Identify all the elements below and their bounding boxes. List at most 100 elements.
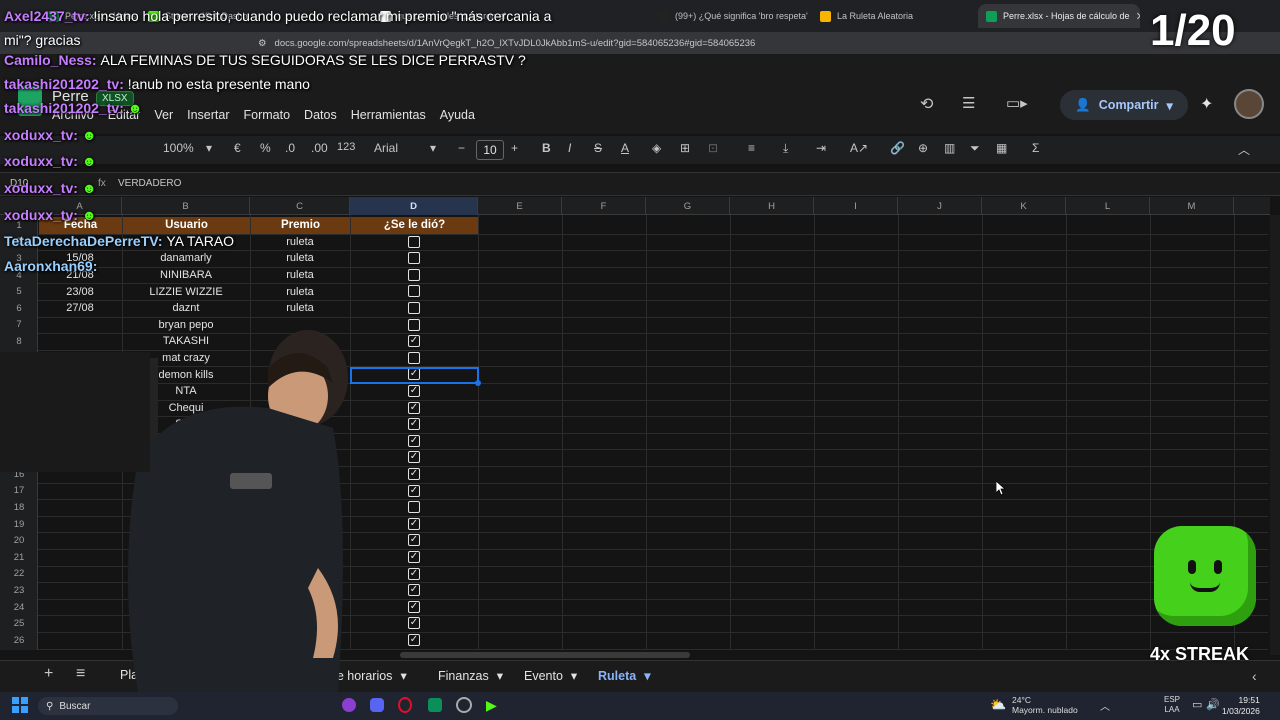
column-header-l[interactable]: L: [1066, 197, 1150, 215]
cell-usuario[interactable]: LIZZIE WIZZIE: [122, 283, 250, 300]
horizontal-scrollbar[interactable]: [400, 652, 690, 658]
cell-fecha[interactable]: [38, 516, 122, 533]
app-icon[interactable]: [456, 697, 472, 713]
browser-tab[interactable]: Perre.xlsx - Hojas de cálculo de ✕: [978, 4, 1140, 28]
column-header-b[interactable]: B: [122, 197, 250, 215]
cell-usuario[interactable]: daznt: [122, 300, 250, 317]
cell-fecha[interactable]: 23/08: [38, 283, 122, 300]
row-header[interactable]: 21: [0, 549, 38, 566]
browser-tab[interactable]: La Ruleta Aleatoria: [812, 4, 972, 28]
row-header[interactable]: 19: [0, 516, 38, 533]
cell-fecha[interactable]: [38, 333, 122, 350]
formula-input[interactable]: VERDADERO: [118, 178, 181, 189]
checkbox-unchecked[interactable]: [408, 501, 420, 514]
header-cell-done[interactable]: ¿Se le dió?: [351, 217, 478, 234]
selected-cell[interactable]: [350, 367, 479, 384]
column-header-h[interactable]: H: [730, 197, 814, 215]
zoom-select[interactable]: 100%: [163, 141, 194, 155]
row-header[interactable]: 24: [0, 599, 38, 616]
header-cell-premio[interactable]: Premio: [251, 217, 350, 234]
avatar[interactable]: [1234, 89, 1264, 119]
chevron-down-icon[interactable]: ▾: [644, 668, 650, 683]
taskbar-search[interactable]: ⚲ Buscar: [38, 697, 178, 715]
chevron-down-icon[interactable]: ▾: [571, 668, 577, 683]
row-header[interactable]: 18: [0, 499, 38, 516]
font-size-increase-button[interactable]: +: [511, 141, 518, 155]
menu-item-herramientas[interactable]: Herramientas: [351, 108, 426, 126]
windows-start-icon[interactable]: [12, 697, 28, 713]
checkbox-unchecked[interactable]: [408, 285, 420, 298]
decrease-decimals-button[interactable]: .0: [285, 141, 295, 155]
strikethrough-icon[interactable]: S: [594, 141, 602, 155]
font-size-decrease-button[interactable]: −: [458, 141, 465, 155]
font-size-input[interactable]: 10: [476, 140, 504, 160]
menu-item-formato[interactable]: Formato: [244, 108, 291, 126]
cell-fecha[interactable]: [38, 582, 122, 599]
row-header[interactable]: 8: [0, 333, 38, 350]
cell-fecha[interactable]: [38, 317, 122, 334]
text-color-icon[interactable]: A: [621, 141, 629, 155]
link-icon[interactable]: 🔗: [890, 141, 905, 155]
merge-cells-icon[interactable]: ⊡: [708, 141, 718, 155]
menu-item-ayuda[interactable]: Ayuda: [440, 108, 475, 126]
checkbox-checked[interactable]: ✓: [408, 634, 420, 646]
checkbox-checked[interactable]: ✓: [408, 468, 420, 480]
cell-premio[interactable]: ruleta: [250, 283, 350, 300]
cell-fecha[interactable]: [38, 566, 122, 583]
checkbox-checked[interactable]: ✓: [408, 551, 420, 563]
row-header[interactable]: 26: [0, 632, 38, 649]
checkbox-checked[interactable]: ✓: [408, 418, 420, 431]
number-format-button[interactable]: 123: [337, 141, 355, 153]
header-cell-usuario[interactable]: Usuario: [123, 217, 250, 234]
percent-button[interactable]: %: [260, 141, 271, 155]
checkbox-checked[interactable]: ✓: [408, 567, 420, 580]
checkbox-checked[interactable]: ✓: [408, 385, 420, 397]
column-header-k[interactable]: K: [982, 197, 1066, 215]
cell-premio[interactable]: ruleta: [250, 250, 350, 267]
fill-handle[interactable]: [475, 380, 481, 386]
cell-fecha[interactable]: 27/08: [38, 300, 122, 317]
sheet-tab[interactable]: Ruleta ▾: [598, 668, 650, 684]
chevron-down-icon[interactable]: ▾: [206, 141, 212, 155]
cell-fecha[interactable]: [38, 632, 122, 649]
cell-fecha[interactable]: [38, 599, 122, 616]
browser-tab[interactable]: (99+) ¿Qué significa 'bro respeta'? Un: [650, 4, 808, 28]
cell-fecha[interactable]: [38, 499, 122, 516]
app-icon[interactable]: [428, 698, 442, 712]
cell-fecha[interactable]: [38, 532, 122, 549]
checkbox-unchecked[interactable]: [408, 318, 420, 331]
checkbox-checked[interactable]: ✓: [408, 584, 420, 597]
checkbox-checked[interactable]: ✓: [408, 401, 420, 414]
all-sheets-icon[interactable]: ≡: [76, 665, 85, 683]
row-header[interactable]: 22: [0, 566, 38, 583]
cell-premio[interactable]: ruleta: [250, 300, 350, 317]
italic-icon[interactable]: I: [568, 141, 571, 155]
row-header[interactable]: 23: [0, 582, 38, 599]
checkbox-unchecked[interactable]: [408, 268, 420, 281]
vertical-scrollbar[interactable]: [1270, 215, 1280, 655]
checkbox-unchecked[interactable]: [408, 235, 420, 248]
bold-icon[interactable]: B: [542, 141, 551, 155]
vertical-align-icon[interactable]: ⤓: [783, 141, 788, 156]
currency-button[interactable]: €: [234, 141, 241, 155]
column-header-g[interactable]: G: [646, 197, 730, 215]
column-header-e[interactable]: E: [478, 197, 562, 215]
checkbox-checked[interactable]: ✓: [408, 617, 420, 630]
checkbox-checked[interactable]: ✓: [408, 534, 420, 547]
increase-decimals-button[interactable]: .00: [311, 141, 328, 155]
fill-color-icon[interactable]: ◈: [652, 141, 661, 155]
column-header-i[interactable]: I: [814, 197, 898, 215]
chevron-left-icon[interactable]: ‹: [1252, 668, 1257, 684]
cell-usuario[interactable]: NINIBARA: [122, 267, 250, 284]
row-header[interactable]: 6: [0, 300, 38, 317]
chevron-down-icon[interactable]: ▾: [430, 141, 436, 155]
row-header[interactable]: 7: [0, 317, 38, 334]
add-sheet-icon[interactable]: +: [44, 665, 53, 683]
insert-chart-icon[interactable]: ▥: [944, 141, 955, 155]
sheet-tab[interactable]: Finanzas ▾: [438, 668, 503, 684]
clock[interactable]: 19:51 1/03/2026: [1222, 695, 1260, 717]
font-select[interactable]: Arial: [374, 141, 398, 155]
network-icon[interactable]: ▭: [1192, 698, 1202, 711]
sheet-tab[interactable]: Evento ▾: [524, 668, 577, 684]
borders-icon[interactable]: ⊞: [680, 141, 690, 155]
